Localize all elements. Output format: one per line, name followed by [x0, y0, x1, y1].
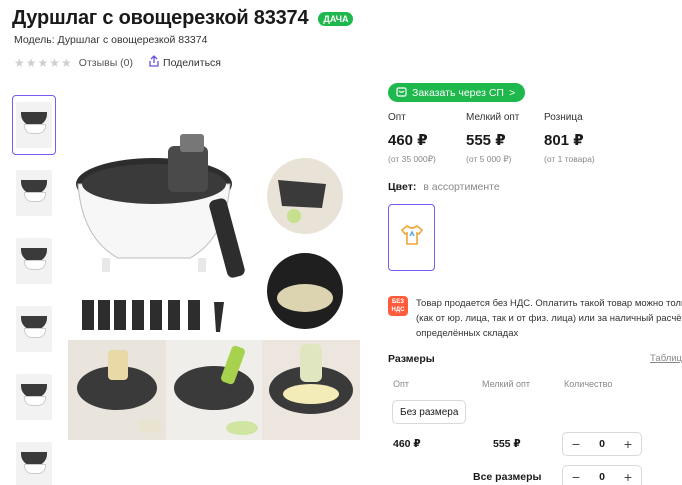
- share-icon: [149, 55, 159, 70]
- vat-notice: БЕЗ НДС Товар продается без НДС. Оплатит…: [388, 296, 682, 341]
- color-swatch[interactable]: [388, 204, 435, 271]
- all-sizes-label: Все размеры: [473, 471, 542, 483]
- plus-button[interactable]: +: [621, 436, 635, 452]
- category-badge[interactable]: ДАЧА: [318, 11, 354, 26]
- vat-text-line: (как от юр. лица, так и от физ. лица) ил…: [416, 313, 682, 324]
- tshirt-icon: [400, 224, 424, 251]
- product-title: Дуршлаг с овощерезкой 83374: [12, 7, 309, 29]
- color-value: в ассортименте: [423, 181, 500, 193]
- no-vat-icon: БЕЗ НДС: [388, 296, 408, 316]
- share-button[interactable]: Поделиться: [149, 55, 221, 70]
- product-model: Модель: Дуршлаг с овощерезкой 83374: [14, 34, 208, 46]
- cart-icon: [396, 86, 407, 100]
- price-value: 460 ₽: [388, 132, 428, 149]
- size-row-opt-price: 460 ₽: [393, 438, 421, 450]
- minus-button[interactable]: −: [569, 436, 583, 452]
- quantity-stepper: − 0 +: [562, 432, 642, 456]
- purchase-panel: Заказать через СП > Опт 460 ₽ (от 35 000…: [388, 0, 682, 485]
- color-label: Цвет:: [388, 181, 417, 193]
- price-tier-small-opt: Мелкий опт 555 ₽ (от 5 000 ₽): [466, 112, 544, 165]
- price-tiers: Опт 460 ₽ (от 35 000₽) Мелкий опт 555 ₽ …: [388, 112, 622, 165]
- reviews-link[interactable]: Отзывы (0): [79, 57, 133, 69]
- size-table-link[interactable]: Таблиц: [650, 353, 682, 364]
- all-sizes-stepper: − 0 +: [562, 465, 642, 485]
- size-option-button[interactable]: Без размера: [392, 400, 467, 424]
- column-opt: Опт: [393, 379, 409, 389]
- title-row: Дуршлаг с овощерезкой 83374 ДАЧА: [12, 7, 354, 30]
- thumbnail-list: [12, 95, 60, 485]
- thumbnail-4[interactable]: [12, 299, 56, 359]
- price-note: (от 35 000₽): [388, 154, 436, 164]
- plus-button[interactable]: +: [621, 469, 635, 485]
- price-tier-retail: Розница 801 ₽ (от 1 товара): [544, 112, 622, 165]
- price-label: Мелкий опт: [466, 112, 520, 123]
- price-note: (от 1 товара): [544, 154, 595, 164]
- thumbnail-5[interactable]: [12, 367, 56, 427]
- sizes-columns: Опт Мелкий опт Количество: [388, 379, 682, 391]
- vat-text-line: определённых складах: [416, 328, 519, 339]
- price-tier-opt: Опт 460 ₽ (от 35 000₽): [388, 112, 466, 165]
- meta-row: ★★★★★ Отзывы (0) Поделиться: [14, 55, 221, 70]
- quantity-value[interactable]: 0: [599, 438, 605, 450]
- thumbnail-image: [16, 102, 52, 148]
- thumbnail-6[interactable]: [12, 435, 56, 485]
- price-value: 555 ₽: [466, 132, 506, 149]
- price-value: 801 ₽: [544, 132, 584, 149]
- chevron-right-icon: >: [508, 86, 516, 99]
- rating-stars-icon[interactable]: ★★★★★: [14, 56, 73, 70]
- thumbnail-2[interactable]: [12, 163, 56, 223]
- thumbnail-3[interactable]: [12, 231, 56, 291]
- column-small-opt: Мелкий опт: [482, 379, 531, 389]
- column-quantity: Количество: [564, 379, 613, 389]
- quantity-value[interactable]: 0: [599, 471, 605, 483]
- vat-text: Товар продается без НДС. Оплатить такой …: [416, 296, 682, 341]
- thumbnail-image: [16, 374, 52, 420]
- share-label: Поделиться: [163, 56, 221, 69]
- thumbnail-image: [16, 306, 52, 352]
- thumbnail-image: [16, 238, 52, 284]
- order-sp-label: Заказать через СП: [412, 86, 504, 99]
- size-row-small-opt-price: 555 ₽: [493, 438, 521, 450]
- order-sp-button[interactable]: Заказать через СП >: [388, 83, 526, 102]
- sizes-title: Размеры: [388, 353, 435, 365]
- vat-text-line: Товар продается без НДС. Оплатить такой …: [416, 298, 682, 309]
- thumbnail-image: [16, 442, 52, 485]
- price-label: Опт: [388, 112, 406, 123]
- thumbnail-1[interactable]: [12, 95, 56, 155]
- price-note: (от 5 000 ₽): [466, 154, 512, 164]
- main-product-image[interactable]: [68, 88, 360, 440]
- minus-button[interactable]: −: [569, 469, 583, 485]
- color-row: Цвет: в ассортименте: [388, 181, 500, 193]
- thumbnail-image: [16, 170, 52, 216]
- price-label: Розница: [544, 112, 583, 123]
